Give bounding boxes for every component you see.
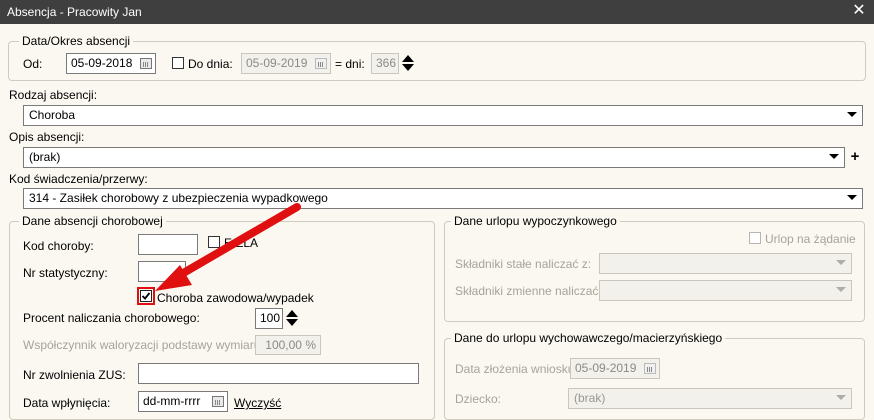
benefit-code-label: Kod świadczenia/przerwy: bbox=[9, 172, 148, 186]
benefit-code-value: 314 - Zasiłek chorobowy z ubezpieczenia … bbox=[29, 191, 328, 205]
spin-up-icon[interactable] bbox=[402, 55, 414, 62]
calendar-icon bbox=[315, 58, 327, 69]
until-label: Do dnia: bbox=[188, 57, 233, 71]
valorization-input[interactable]: 100,00 % bbox=[255, 335, 321, 355]
application-date-label: Data złożenia wniosku: bbox=[455, 362, 578, 376]
inflow-label: Data wpłynięcia: bbox=[23, 396, 111, 410]
variable-components-select[interactable] bbox=[599, 280, 852, 301]
on-demand-label: Urlop na żądanie bbox=[765, 232, 856, 246]
percent-label: Procent naliczania chorobowego: bbox=[23, 311, 200, 325]
calendar-icon[interactable] bbox=[212, 396, 224, 407]
until-checkbox[interactable] bbox=[172, 57, 184, 69]
until-date-value: 05-09-2019 bbox=[246, 56, 308, 70]
absence-desc-label: Opis absencji: bbox=[9, 130, 85, 144]
from-date-value: 05-09-2018 bbox=[71, 56, 133, 70]
days-spinner[interactable] bbox=[401, 53, 415, 73]
title-bar: Absencja - Pracowity Jan ✕ bbox=[0, 0, 874, 24]
days-value: 366 bbox=[376, 56, 397, 70]
chevron-down-icon bbox=[836, 395, 846, 400]
occupational-label: Choroba zawodowa/wypadek bbox=[157, 291, 314, 305]
from-label: Od: bbox=[23, 57, 43, 71]
child-select[interactable]: (brak) bbox=[568, 388, 852, 409]
absence-desc-select[interactable]: (brak) bbox=[23, 147, 845, 168]
inflow-date-value: dd-mm-rrrr bbox=[143, 394, 201, 408]
zus-label: Nr zwolnienia ZUS: bbox=[23, 368, 126, 382]
benefit-code-select[interactable]: 314 - Zasiłek chorobowy z ubezpieczenia … bbox=[23, 188, 863, 209]
disease-code-input[interactable] bbox=[138, 234, 198, 255]
absence-type-label: Rodzaj absencji: bbox=[9, 88, 98, 102]
absence-type-select[interactable]: Choroba bbox=[23, 105, 863, 126]
calendar-icon[interactable] bbox=[140, 58, 152, 69]
days-input[interactable]: 366 bbox=[371, 53, 399, 74]
days-label: = dni: bbox=[335, 57, 365, 71]
application-date-value: 05-09-2019 bbox=[575, 361, 637, 375]
stat-no-label: Nr statystyczny: bbox=[23, 266, 108, 280]
spin-down-icon[interactable] bbox=[286, 319, 298, 326]
sick-legend: Dane absencji chorobowej bbox=[19, 214, 166, 228]
absence-type-value: Choroba bbox=[29, 108, 76, 122]
child-value: (brak) bbox=[574, 391, 606, 405]
chevron-down-icon bbox=[836, 260, 846, 265]
spin-up-icon[interactable] bbox=[286, 310, 298, 317]
disease-code-label: Kod choroby: bbox=[23, 239, 94, 253]
parental-legend: Dane do urlopu wychowawczego/macierzyńsk… bbox=[451, 331, 726, 345]
valorization-value: 100,00 % bbox=[265, 338, 316, 352]
percent-spinner[interactable] bbox=[285, 308, 299, 328]
chevron-down-icon bbox=[836, 287, 846, 292]
zus-input[interactable] bbox=[138, 363, 419, 384]
on-demand-checkbox[interactable] bbox=[749, 232, 761, 244]
chevron-down-icon bbox=[847, 195, 857, 200]
chevron-down-icon bbox=[847, 112, 857, 117]
valorization-label: Współczynnik waloryzacji podstawy wymiar… bbox=[23, 338, 264, 352]
percent-input[interactable]: 100 bbox=[255, 308, 283, 329]
close-icon[interactable]: ✕ bbox=[851, 2, 867, 20]
clear-link[interactable]: Wyczyść bbox=[234, 396, 281, 410]
window-title: Absencja - Pracowity Jan bbox=[7, 5, 142, 19]
percent-value: 100 bbox=[260, 311, 281, 325]
vacation-legend: Dane urlopu wypoczynkowego bbox=[451, 214, 620, 228]
stat-no-input[interactable] bbox=[138, 261, 186, 282]
highlight-box bbox=[137, 287, 155, 305]
ezla-label: E-ZLA bbox=[224, 236, 259, 250]
spin-down-icon[interactable] bbox=[402, 64, 414, 71]
variable-components-label: Składniki zmienne naliczać z: bbox=[455, 284, 612, 298]
child-label: Dziecko: bbox=[455, 392, 502, 406]
fixed-components-label: Składniki stałe naliczać z: bbox=[455, 257, 592, 271]
add-description-button[interactable]: + bbox=[848, 148, 862, 166]
chevron-down-icon bbox=[829, 154, 839, 159]
period-legend: Data/Okres absencji bbox=[19, 34, 134, 48]
absence-desc-value: (brak) bbox=[29, 150, 61, 164]
ezla-checkbox[interactable] bbox=[208, 236, 220, 248]
fixed-components-select[interactable] bbox=[599, 253, 852, 274]
calendar-icon bbox=[644, 363, 656, 374]
